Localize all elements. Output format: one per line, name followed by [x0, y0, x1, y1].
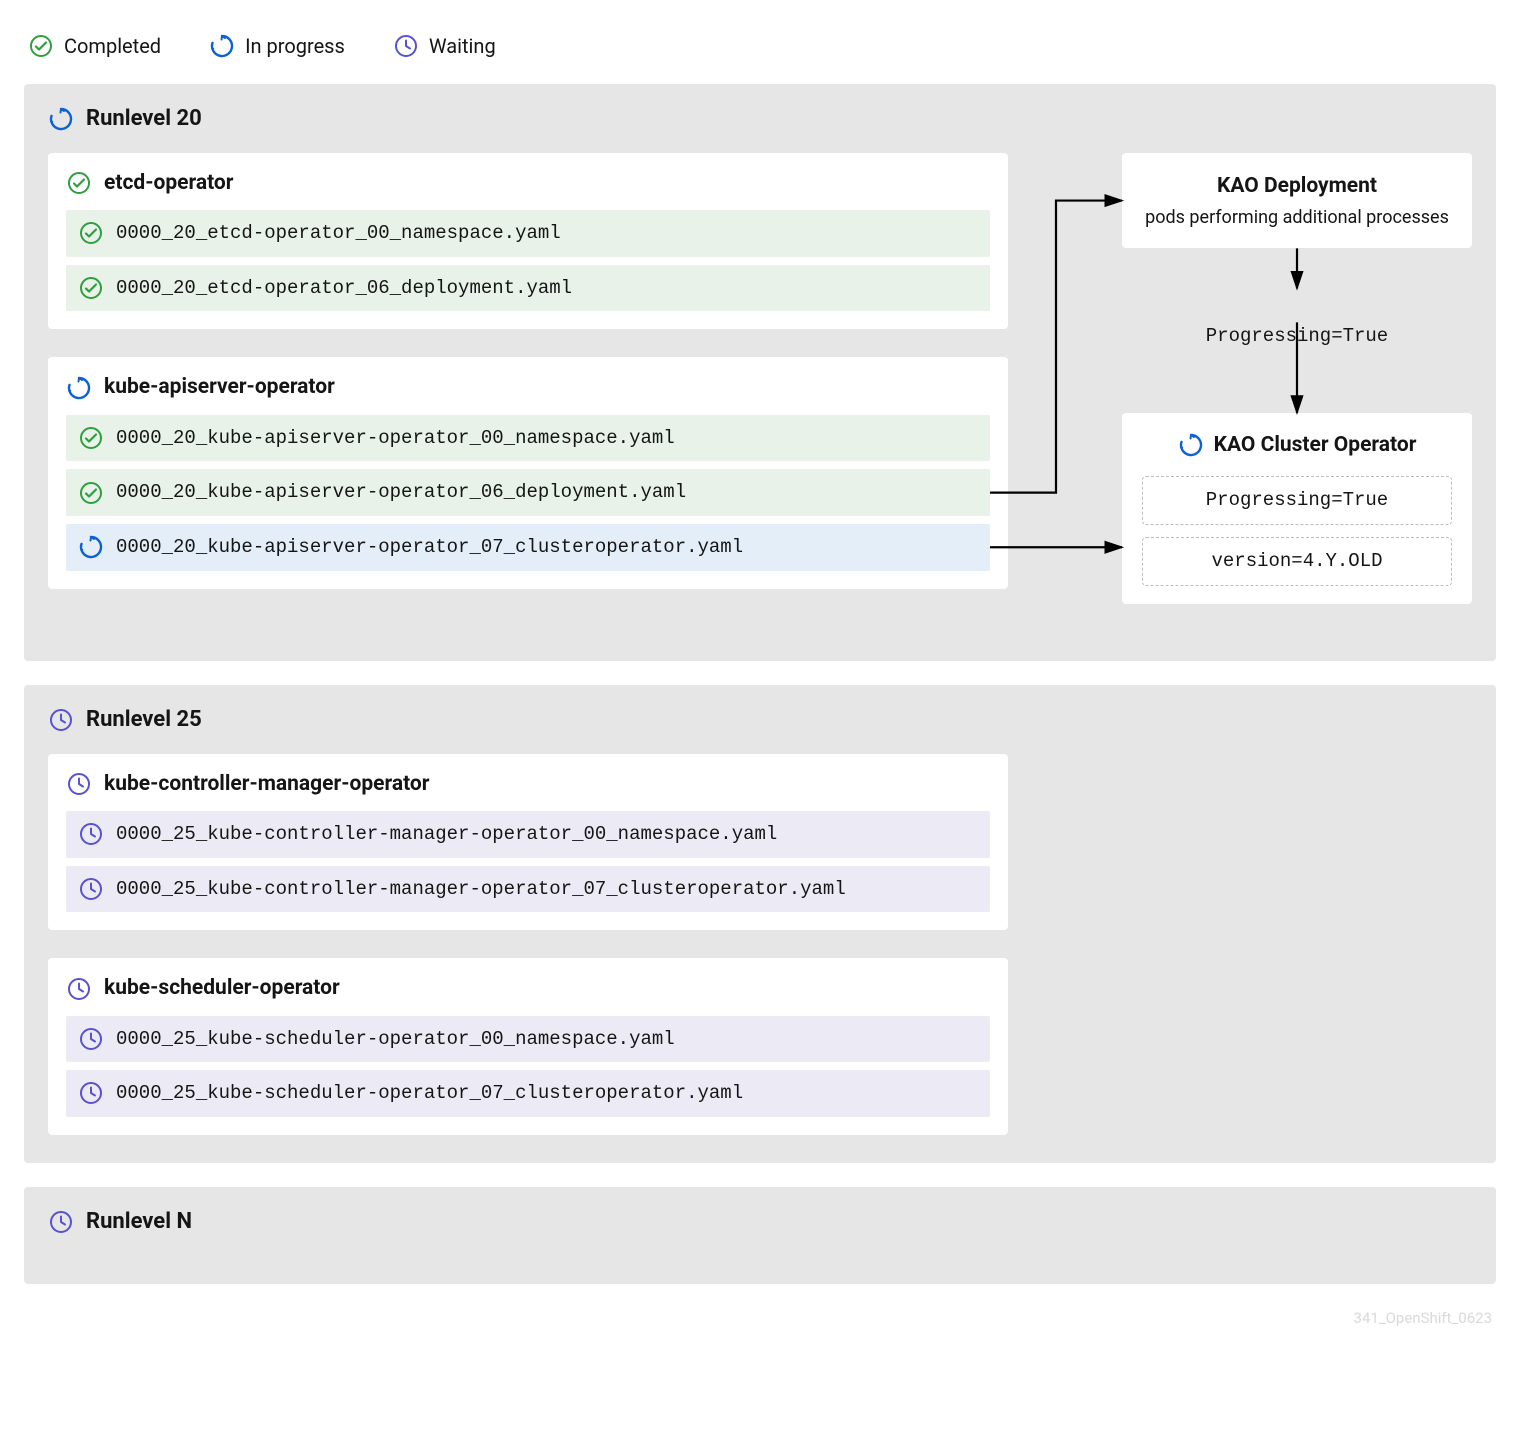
clock-icon [78, 821, 104, 847]
operator-name: kube-scheduler-operator [104, 974, 340, 1003]
clock-icon [66, 771, 92, 797]
clock-icon [66, 976, 92, 1002]
runlevel-header: Runlevel 25 [48, 705, 1472, 736]
footer-reference: 341_OpenShift_0623 [24, 1308, 1496, 1329]
runlevel-block: Runlevel N [24, 1187, 1496, 1284]
runlevel-block: Runlevel 25 kube-controller-manager-oper… [24, 685, 1496, 1163]
operator-name: kube-controller-manager-operator [104, 770, 429, 799]
legend-label: Waiting [429, 32, 496, 60]
legend-label: In progress [245, 32, 345, 60]
check-circle-icon [28, 33, 54, 59]
manifest-row: 0000_25_kube-scheduler-operator_07_clust… [66, 1070, 990, 1117]
runlevel-title: Runlevel N [86, 1207, 192, 1238]
clock-icon [393, 33, 419, 59]
runlevel-header: Runlevel N [48, 1207, 1472, 1238]
legend-completed: Completed [28, 32, 161, 60]
manifest-row: 0000_25_kube-controller-manager-operator… [66, 866, 990, 913]
connector-arrows [24, 84, 1496, 661]
operator-card: kube-controller-manager-operator 0000_25… [48, 754, 1008, 931]
clock-icon [78, 1026, 104, 1052]
operator-header: kube-scheduler-operator [66, 974, 990, 1003]
clock-icon [48, 707, 74, 733]
manifest-file: 0000_25_kube-scheduler-operator_00_names… [116, 1026, 675, 1053]
spinner-icon [209, 33, 235, 59]
arrow-line [990, 201, 1122, 493]
runlevel-title: Runlevel 25 [86, 705, 202, 736]
status-legend: Completed In progress Waiting [24, 24, 1496, 84]
clock-icon [78, 876, 104, 902]
manifest-file: 0000_25_kube-controller-manager-operator… [116, 821, 777, 848]
clock-icon [78, 1080, 104, 1106]
runlevel-block: Runlevel 20 etcd-operator 0000_20_etcd-o… [24, 84, 1496, 661]
legend-waiting: Waiting [393, 32, 496, 60]
manifest-file: 0000_25_kube-scheduler-operator_07_clust… [116, 1080, 743, 1107]
operator-card: kube-scheduler-operator 0000_25_kube-sch… [48, 958, 1008, 1135]
operator-header: kube-controller-manager-operator [66, 770, 990, 799]
manifest-row: 0000_25_kube-controller-manager-operator… [66, 811, 990, 858]
legend-label: Completed [64, 32, 161, 60]
manifest-file: 0000_25_kube-controller-manager-operator… [116, 876, 846, 903]
manifest-row: 0000_25_kube-scheduler-operator_00_names… [66, 1016, 990, 1063]
clock-icon [48, 1209, 74, 1235]
legend-in-progress: In progress [209, 32, 345, 60]
